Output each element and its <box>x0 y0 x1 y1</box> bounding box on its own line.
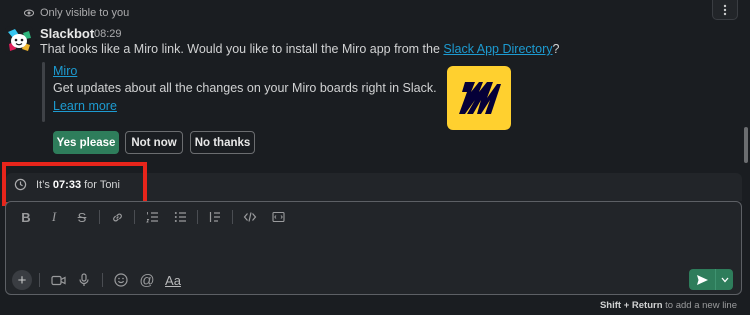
plus-icon[interactable]: + <box>12 270 32 290</box>
toolbar-divider <box>39 273 40 287</box>
message-timestamp[interactable]: 08:29 <box>94 28 122 40</box>
blockquote-icon[interactable] <box>201 208 229 226</box>
toolbar-divider <box>102 273 103 287</box>
no-thanks-button[interactable]: No thanks <box>190 131 255 154</box>
code-icon[interactable] <box>236 208 264 226</box>
video-icon[interactable] <box>47 270 69 290</box>
slackbot-icon <box>5 26 33 54</box>
miro-logo <box>447 66 511 130</box>
chevron-down-icon <box>721 277 728 282</box>
toolbar-divider <box>134 210 135 224</box>
yes-please-button[interactable]: Yes please <box>53 131 119 154</box>
message-text-before: That looks like a Miro link. Would you l… <box>40 42 444 56</box>
send-button[interactable] <box>689 269 716 290</box>
numbered-list-icon[interactable] <box>138 208 166 226</box>
message-text: That looks like a Miro link. Would you l… <box>40 42 559 56</box>
microphone-icon[interactable] <box>73 270 95 290</box>
code-block-icon[interactable] <box>264 208 292 226</box>
toolbar-divider <box>232 210 233 224</box>
red-highlight-box <box>2 162 147 206</box>
newline-hint: Shift + Return to add a new line <box>600 300 737 311</box>
slackbot-avatar[interactable] <box>5 26 33 54</box>
composer-actions: + @ Aa <box>12 270 184 290</box>
scrollbar-thumb[interactable] <box>744 127 748 163</box>
link-icon[interactable] <box>103 208 131 226</box>
italic-icon[interactable]: I <box>40 208 68 226</box>
not-now-button[interactable]: Not now <box>125 131 183 154</box>
more-actions-button[interactable] <box>712 0 738 20</box>
attachment-body: Get updates about all the changes on you… <box>53 81 437 95</box>
mention-icon[interactable]: @ <box>136 270 158 290</box>
more-vertical-icon <box>723 4 727 15</box>
strikethrough-icon[interactable]: S <box>68 208 96 226</box>
visibility-notice-text: Only visible to you <box>40 7 130 19</box>
formatting-toolbar: B I S <box>12 208 292 226</box>
learn-more-link[interactable]: Learn more <box>53 99 117 113</box>
visibility-notice: Only visible to you <box>24 7 129 19</box>
schedule-send-dropdown[interactable] <box>716 269 733 290</box>
bulleted-list-icon[interactable] <box>166 208 194 226</box>
message-text-after: ? <box>552 42 560 56</box>
miro-logo-icon <box>459 82 501 114</box>
emoji-icon[interactable] <box>110 270 132 290</box>
app-directory-link[interactable]: Slack App Directory <box>443 42 552 56</box>
bold-icon[interactable]: B <box>12 208 40 226</box>
eye-icon <box>24 9 34 17</box>
hint-key: Shift + Return <box>599 300 663 311</box>
sender-name[interactable]: Slackbot <box>40 26 94 41</box>
formatting-toggle-icon[interactable]: Aa <box>162 270 184 290</box>
hint-rest: to add a new line <box>665 300 737 311</box>
send-icon <box>696 274 708 285</box>
toolbar-divider <box>197 210 198 224</box>
send-button-group <box>689 269 733 290</box>
attachment-title-link[interactable]: Miro <box>53 64 77 78</box>
toolbar-divider <box>99 210 100 224</box>
attachment-bar <box>42 62 45 122</box>
